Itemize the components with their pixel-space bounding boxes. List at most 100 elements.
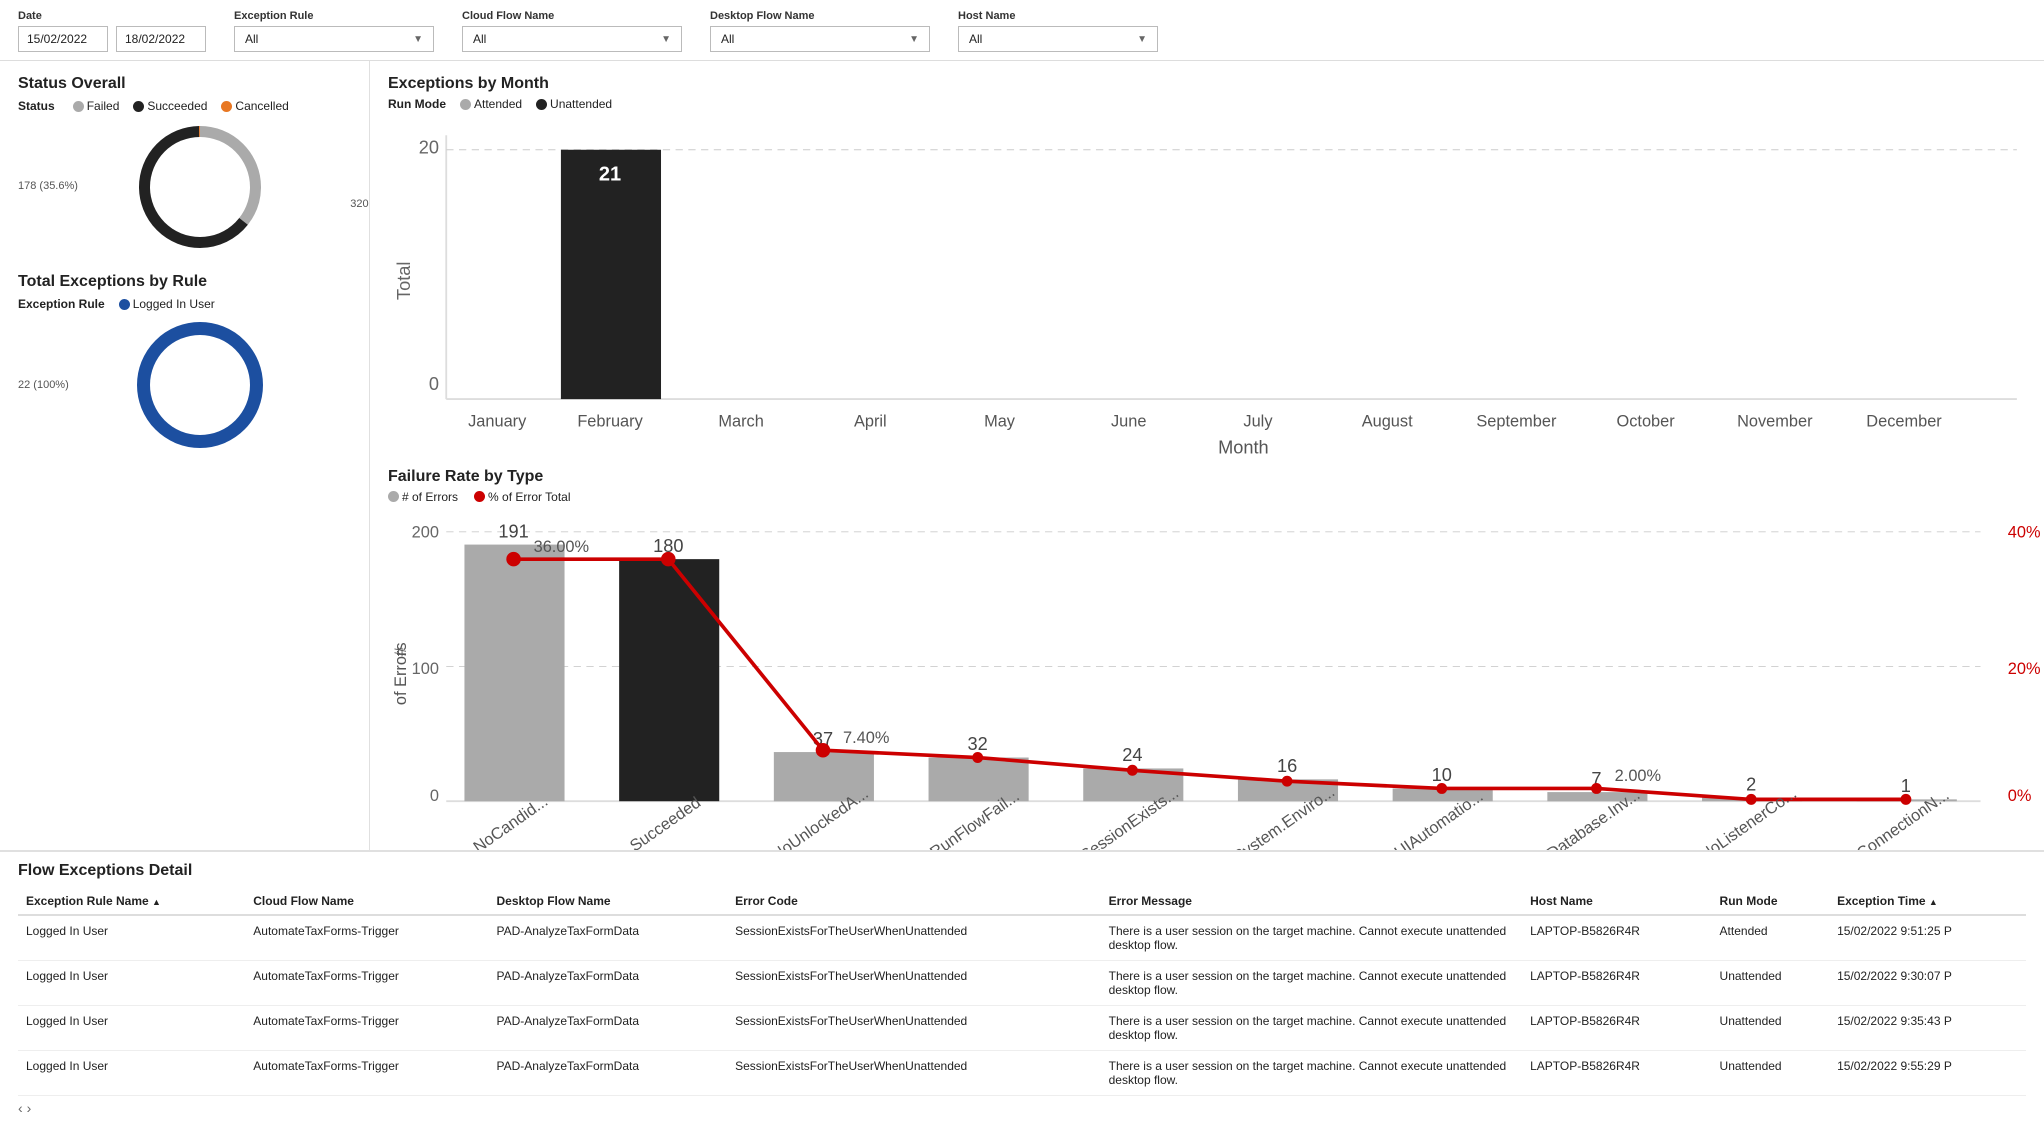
svg-text:24: 24 [1122, 745, 1142, 765]
bar-succeeded [619, 559, 719, 801]
svg-text:Succeeded: Succeeded [627, 793, 704, 851]
cell-error-message: There is a user session on the target ma… [1101, 1051, 1523, 1096]
svg-text:40%: 40% [2008, 523, 2041, 541]
date-to-input[interactable]: 18/02/2022 [116, 26, 206, 52]
cell-error-code: SessionExistsForTheUserWhenUnattended [727, 1051, 1101, 1096]
flow-exceptions-table: Exception Rule Name ▲ Cloud Flow Name De… [18, 888, 2026, 1096]
total-exceptions-title: Total Exceptions by Rule [18, 273, 351, 291]
cell-error-code: SessionExistsForTheUserWhenUnattended [727, 915, 1101, 961]
svg-text:36.00%: 36.00% [534, 537, 590, 555]
desktop-flow-select[interactable]: All ▼ [710, 26, 930, 52]
exceptions-legend-label: Exception Rule [18, 297, 105, 311]
left-top-panel: Status Overall Status Failed Succeeded C… [0, 61, 370, 851]
svg-text:20: 20 [419, 137, 439, 157]
cell-host-name: LAPTOP-B5826R4R [1522, 1006, 1711, 1051]
col-desktop-flow-name: Desktop Flow Name [489, 888, 728, 915]
cell-exception-rule: Logged In User [18, 1006, 245, 1051]
cell-host-name: LAPTOP-B5826R4R [1522, 915, 1711, 961]
col-error-message: Error Message [1101, 888, 1523, 915]
cell-run-mode: Attended [1712, 915, 1830, 961]
col-exception-time: Exception Time ▲ [1829, 888, 2026, 915]
svg-text:16: 16 [1277, 756, 1297, 776]
cell-cloud-flow: AutomateTaxForms-Trigger [245, 961, 488, 1006]
cell-exception-time: 15/02/2022 9:30:07 P [1829, 961, 2026, 1006]
bar-nocandidate [464, 544, 564, 801]
dot-1 [506, 551, 521, 566]
cell-exception-time: 15/02/2022 9:55:29 P [1829, 1051, 2026, 1096]
cell-exception-time: 15/02/2022 9:51:25 P [1829, 915, 2026, 961]
host-name-chevron-icon: ▼ [1137, 34, 1147, 45]
svg-text:May: May [984, 412, 1016, 430]
svg-text:September: September [1476, 412, 1557, 430]
exceptions-legend: Exception Rule Logged In User [18, 297, 351, 311]
dot-10 [1900, 794, 1911, 805]
total-exceptions-section: Total Exceptions by Rule Exception Rule … [18, 273, 351, 455]
svg-text:November: November [1737, 412, 1813, 430]
cloud-flow-select[interactable]: All ▼ [462, 26, 682, 52]
pct-legend: % of Error Total [474, 490, 570, 504]
cloud-flow-filter-group: Cloud Flow Name All ▼ [462, 10, 682, 52]
date-filter-group: Date 15/02/2022 18/02/2022 [18, 10, 206, 52]
cell-error-code: SessionExistsForTheUserWhenUnattended [727, 1006, 1101, 1051]
dot-9 [1746, 794, 1757, 805]
cell-cloud-flow: AutomateTaxForms-Trigger [245, 915, 488, 961]
svg-text:August: August [1362, 412, 1413, 430]
cell-cloud-flow: AutomateTaxForms-Trigger [245, 1051, 488, 1096]
bottom-panel: Flow Exceptions Detail Exception Rule Na… [0, 851, 2044, 1126]
cell-exception-rule: Logged In User [18, 915, 245, 961]
status-donut-container: 178 (35.6%) 320 (64%) [48, 117, 351, 257]
svg-text:0: 0 [430, 787, 439, 805]
table-row[interactable]: Logged In User AutomateTaxForms-Trigger … [18, 1051, 2026, 1096]
unattended-legend: Unattended [536, 97, 612, 111]
flow-exceptions-title: Flow Exceptions Detail [18, 862, 2026, 880]
succeeded-legend-item: Succeeded [133, 99, 207, 113]
status-overall-title: Status Overall [18, 75, 351, 93]
attended-legend: Attended [460, 97, 522, 111]
exceptions-donut-container: 22 (100%) [48, 315, 351, 455]
cell-error-message: There is a user session on the target ma… [1101, 961, 1523, 1006]
cancelled-legend-item: Cancelled [221, 99, 288, 113]
desktop-flow-filter-group: Desktop Flow Name All ▼ [710, 10, 930, 52]
sort-up-icon: ▲ [1929, 897, 1938, 907]
date-from-input[interactable]: 15/02/2022 [18, 26, 108, 52]
svg-text:March: March [718, 412, 763, 430]
svg-text:0%: 0% [2008, 787, 2032, 805]
exceptions-by-month-section: Exceptions by Month Run Mode Attended Un… [388, 75, 2026, 448]
dot-5 [1127, 764, 1138, 775]
logged-in-user-dot [119, 299, 130, 310]
exceptions-by-month-title: Exceptions by Month [388, 75, 2026, 93]
logged-in-user-legend: Logged In User [119, 297, 215, 311]
cell-run-mode: Unattended [1712, 1006, 1830, 1051]
scroll-left-icon[interactable]: ‹ [18, 1100, 23, 1116]
right-top-panel: Exceptions by Month Run Mode Attended Un… [370, 61, 2044, 851]
failure-rate-legend: # of Errors % of Error Total [388, 490, 2026, 504]
cell-desktop-flow: PAD-AnalyzeTaxFormData [489, 1006, 728, 1051]
cell-error-code: SessionExistsForTheUserWhenUnattended [727, 961, 1101, 1006]
cell-run-mode: Unattended [1712, 961, 1830, 1006]
col-cloud-flow-name: Cloud Flow Name [245, 888, 488, 915]
exception-rule-select[interactable]: All ▼ [234, 26, 434, 52]
cell-error-message: There is a user session on the target ma… [1101, 1006, 1523, 1051]
donut-left-label: 178 (35.6%) [18, 180, 78, 192]
svg-text:100: 100 [412, 659, 439, 677]
svg-text:#: # [392, 646, 410, 656]
table-row[interactable]: Logged In User AutomateTaxForms-Trigger … [18, 915, 2026, 961]
failure-rate-title: Failure Rate by Type [388, 468, 2026, 486]
svg-text:July: July [1243, 412, 1273, 430]
host-name-select[interactable]: All ▼ [958, 26, 1158, 52]
svg-text:191: 191 [498, 521, 528, 541]
svg-text:1: 1 [1901, 776, 1911, 796]
failure-rate-chart: 200 100 0 40% 20% 0% of Errors # [388, 510, 2026, 851]
table-row[interactable]: Logged In User AutomateTaxForms-Trigger … [18, 961, 2026, 1006]
table-row[interactable]: Logged In User AutomateTaxForms-Trigger … [18, 1006, 2026, 1051]
dot-8 [1591, 783, 1602, 794]
feb-bar [561, 150, 661, 399]
desktop-flow-chevron-icon: ▼ [909, 34, 919, 45]
sort-icon: ▲ [152, 897, 161, 907]
failure-rate-section: Failure Rate by Type # of Errors % of Er… [388, 468, 2026, 851]
exception-rule-label: Exception Rule [234, 10, 434, 22]
dot-7 [1436, 783, 1447, 794]
svg-text:7.40%: 7.40% [843, 729, 889, 747]
svg-text:Month: Month [1218, 438, 1269, 458]
scroll-right-icon[interactable]: › [27, 1100, 32, 1116]
